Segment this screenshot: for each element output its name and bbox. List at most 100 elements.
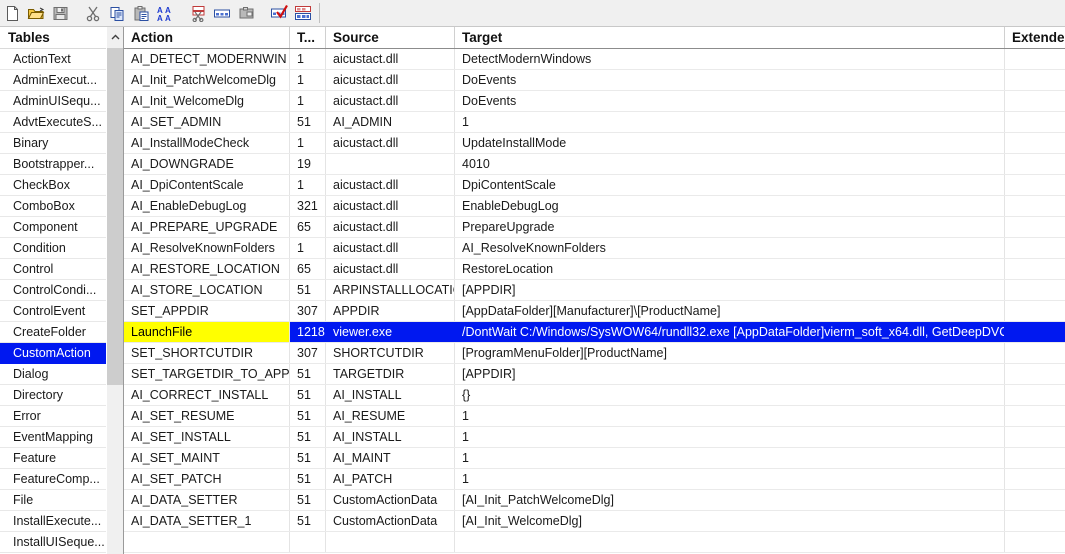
cell-target[interactable]: [APPDIR]	[455, 364, 1005, 384]
cell-target[interactable]: [APPDIR]	[455, 280, 1005, 300]
new-file-icon[interactable]	[0, 2, 24, 25]
cell-action[interactable]: AI_RESTORE_LOCATION	[124, 259, 290, 279]
sidebar-item[interactable]: InstallUISeque...	[0, 532, 106, 553]
sidebar-item[interactable]: Component	[0, 217, 106, 238]
cell-target[interactable]: 1	[455, 112, 1005, 132]
cell-extended[interactable]	[1005, 322, 1065, 342]
table-row[interactable]: AI_ResolveKnownFolders1aicustact.dllAI_R…	[124, 238, 1065, 259]
cell-type[interactable]: 321	[290, 196, 326, 216]
sidebar-item[interactable]: Dialog	[0, 364, 106, 385]
sidebar-item[interactable]: FeatureComp...	[0, 469, 106, 490]
cell-target[interactable]: 1	[455, 406, 1005, 426]
cell-source[interactable]: CustomActionData	[326, 490, 455, 510]
cell-source[interactable]: aicustact.dll	[326, 238, 455, 258]
cell-action[interactable]: AI_SET_MAINT	[124, 448, 290, 468]
cell-action[interactable]: SET_APPDIR	[124, 301, 290, 321]
table-row[interactable]: AI_Init_PatchWelcomeDlg1aicustact.dllDoE…	[124, 70, 1065, 91]
cell-extended[interactable]	[1005, 406, 1065, 426]
cell-source[interactable]	[326, 154, 455, 174]
cell-action[interactable]: AI_SET_RESUME	[124, 406, 290, 426]
table-row[interactable]: AI_CORRECT_INSTALL51AI_INSTALL{}	[124, 385, 1065, 406]
cell-source[interactable]: APPDIR	[326, 301, 455, 321]
cell-type[interactable]: 51	[290, 469, 326, 489]
cell-source[interactable]: viewer.exe	[326, 322, 455, 342]
sidebar-scroll-thumb[interactable]	[107, 48, 124, 385]
cell-type[interactable]: 1	[290, 133, 326, 153]
copy-row-icon[interactable]	[210, 2, 234, 25]
cell-source[interactable]: aicustact.dll	[326, 259, 455, 279]
grid-column-header-type[interactable]: T...	[290, 27, 326, 48]
cell-type[interactable]: 51	[290, 280, 326, 300]
cell-extended[interactable]	[1005, 448, 1065, 468]
cell-type[interactable]: 1	[290, 175, 326, 195]
cell-source[interactable]: aicustact.dll	[326, 49, 455, 69]
table-row[interactable]: AI_STORE_LOCATION51ARPINSTALLLOCATION[AP…	[124, 280, 1065, 301]
cell-action[interactable]: AI_SET_INSTALL	[124, 427, 290, 447]
cell-target[interactable]: 1	[455, 448, 1005, 468]
sidebar-item[interactable]: AdminExecut...	[0, 70, 106, 91]
cell-source[interactable]	[326, 532, 455, 552]
cell-target[interactable]: DoEvents	[455, 70, 1005, 90]
sidebar-item[interactable]: File	[0, 490, 106, 511]
cell-extended[interactable]	[1005, 49, 1065, 69]
cell-action[interactable]: AI_InstallModeCheck	[124, 133, 290, 153]
cell-source[interactable]: aicustact.dll	[326, 133, 455, 153]
cell-extended[interactable]	[1005, 196, 1065, 216]
cell-extended[interactable]	[1005, 364, 1065, 384]
cell-action[interactable]: AI_SET_PATCH	[124, 469, 290, 489]
cell-action[interactable]: AI_STORE_LOCATION	[124, 280, 290, 300]
cell-source[interactable]: aicustact.dll	[326, 91, 455, 111]
cell-type[interactable]: 1	[290, 70, 326, 90]
cell-target[interactable]: [ProgramMenuFolder][ProductName]	[455, 343, 1005, 363]
sidebar-item[interactable]: Bootstrapper...	[0, 154, 106, 175]
sidebar-item[interactable]: CheckBox	[0, 175, 106, 196]
cell-extended[interactable]	[1005, 217, 1065, 237]
cell-source[interactable]: AI_MAINT	[326, 448, 455, 468]
cell-type[interactable]: 51	[290, 448, 326, 468]
cell-extended[interactable]	[1005, 175, 1065, 195]
grid-column-header-source[interactable]: Source	[326, 27, 455, 48]
cell-target[interactable]: EnableDebugLog	[455, 196, 1005, 216]
cell-type[interactable]: 307	[290, 301, 326, 321]
cell-target[interactable]: [AI_Init_WelcomeDlg]	[455, 511, 1005, 531]
table-row[interactable]: AI_DATA_SETTER51CustomActionData[AI_Init…	[124, 490, 1065, 511]
sidebar-item[interactable]: CustomAction	[0, 343, 106, 364]
cell-source[interactable]: aicustact.dll	[326, 175, 455, 195]
sidebar-item[interactable]: AdvtExecuteS...	[0, 112, 106, 133]
table-row[interactable]: AI_PREPARE_UPGRADE65aicustact.dllPrepare…	[124, 217, 1065, 238]
cell-source[interactable]: AI_INSTALL	[326, 385, 455, 405]
cell-action[interactable]: AI_DETECT_MODERNWIN	[124, 49, 290, 69]
cell-type[interactable]: 1	[290, 238, 326, 258]
sidebar-item[interactable]: Feature	[0, 448, 106, 469]
grid-body[interactable]: AI_DETECT_MODERNWIN1aicustact.dllDetectM…	[124, 49, 1065, 553]
cell-extended[interactable]	[1005, 301, 1065, 321]
grid-column-header-target[interactable]: Target	[455, 27, 1005, 48]
cell-target[interactable]: [AppDataFolder][Manufacturer]\[ProductNa…	[455, 301, 1005, 321]
cell-target[interactable]: 1	[455, 469, 1005, 489]
cell-action[interactable]: AI_ResolveKnownFolders	[124, 238, 290, 258]
cell-type[interactable]: 51	[290, 364, 326, 384]
sidebar-item[interactable]: Control	[0, 259, 106, 280]
add-table-icon[interactable]	[291, 2, 315, 25]
cell-action[interactable]: AI_DOWNGRADE	[124, 154, 290, 174]
cell-action[interactable]: AI_DpiContentScale	[124, 175, 290, 195]
cell-target[interactable]: PrepareUpgrade	[455, 217, 1005, 237]
table-row[interactable]: SET_APPDIR307APPDIR[AppDataFolder][Manuf…	[124, 301, 1065, 322]
cell-target[interactable]	[455, 532, 1005, 552]
find-replace-icon[interactable]: A A A A	[153, 2, 177, 25]
cell-action[interactable]	[124, 532, 290, 552]
cell-target[interactable]: UpdateInstallMode	[455, 133, 1005, 153]
cell-action[interactable]: AI_DATA_SETTER_1	[124, 511, 290, 531]
table-row[interactable]: AI_RESTORE_LOCATION65aicustact.dllRestor…	[124, 259, 1065, 280]
cell-type[interactable]	[290, 532, 326, 552]
cell-extended[interactable]	[1005, 259, 1065, 279]
sidebar-item[interactable]: Condition	[0, 238, 106, 259]
table-row[interactable]: AI_SET_INSTALL51AI_INSTALL1	[124, 427, 1065, 448]
cell-type[interactable]: 65	[290, 217, 326, 237]
cell-extended[interactable]	[1005, 238, 1065, 258]
cell-extended[interactable]	[1005, 112, 1065, 132]
table-row[interactable]: AI_SET_MAINT51AI_MAINT1	[124, 448, 1065, 469]
table-row[interactable]: SET_TARGETDIR_TO_APPDIR51TARGETDIR[APPDI…	[124, 364, 1065, 385]
cell-extended[interactable]	[1005, 532, 1065, 552]
cell-type[interactable]: 65	[290, 259, 326, 279]
